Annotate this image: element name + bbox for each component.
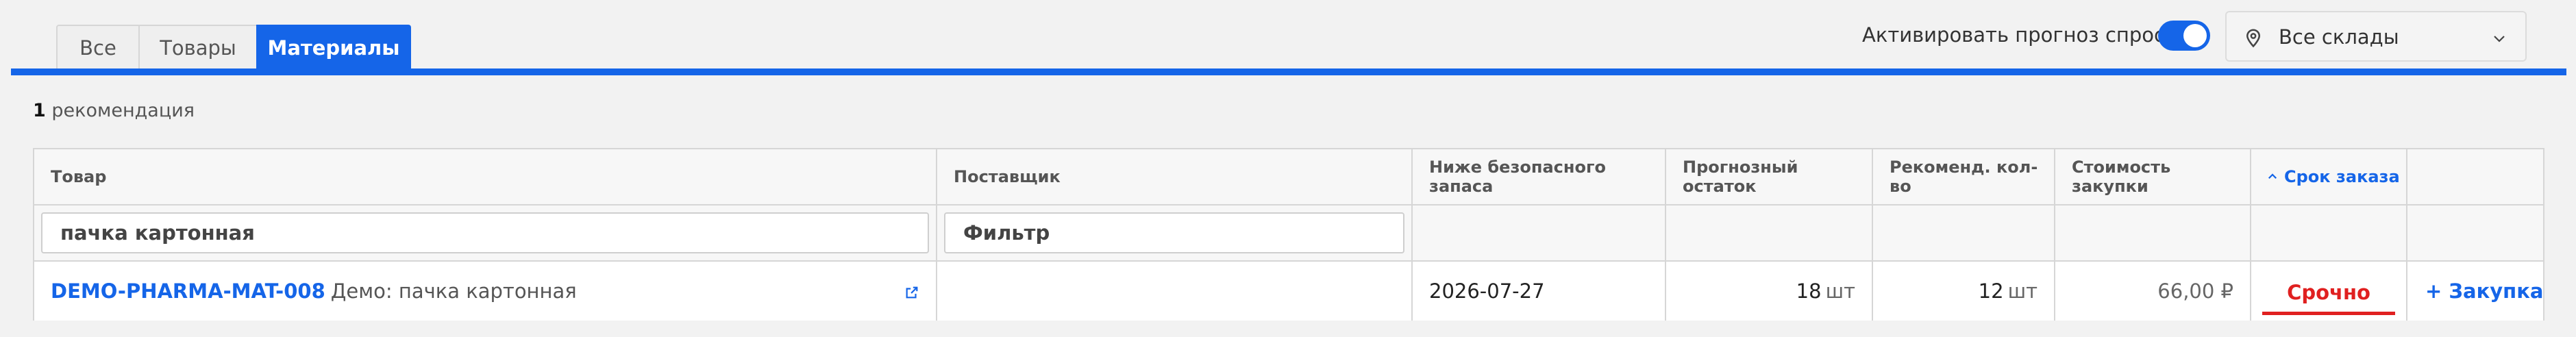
forecast-rest-unit: шт	[1825, 279, 1855, 303]
recommended-qty-unit: шт	[2007, 279, 2038, 303]
count-number: 1	[33, 100, 46, 121]
supplier-cell	[937, 260, 1413, 321]
forecast-rest-cell: 18 шт	[1666, 260, 1873, 321]
forecast-rest-value: 18	[1796, 279, 1822, 303]
recommendations-page: Все Товары Материалы Активировать прогно…	[0, 0, 2576, 337]
header-forecast-rest[interactable]: Прогнозный остаток	[1666, 149, 1873, 204]
filter-cell-empty	[2055, 204, 2251, 260]
filter-cell-product: пачка картонная	[34, 204, 937, 260]
action-cell: + Закупка	[2407, 260, 2543, 321]
filter-cell-supplier: Фильтр	[937, 204, 1413, 260]
external-link-icon[interactable]	[904, 285, 919, 300]
header-supplier[interactable]: Поставщик	[937, 149, 1413, 204]
category-tabs: Все Товары Материалы	[56, 25, 411, 70]
warehouse-select[interactable]: Все склады	[2225, 11, 2527, 62]
warehouse-select-value: Все склады	[2279, 25, 2399, 49]
header-order-deadline-label: Срок заказа	[2284, 167, 2400, 186]
order-deadline-cell: Срочно	[2251, 260, 2407, 321]
filter-cell-empty	[2251, 204, 2407, 260]
recommended-qty-value: 12	[1978, 279, 2004, 303]
header-product[interactable]: Товар	[34, 149, 937, 204]
tab-materials[interactable]: Материалы	[256, 25, 411, 70]
urgency-indicator: Срочно	[2251, 262, 2406, 321]
urgent-status: Срочно	[2287, 281, 2370, 304]
recommendation-count: 1 рекомендация	[33, 100, 195, 121]
header-below-safety[interactable]: Ниже безопасного запаса	[1413, 149, 1666, 204]
filter-cell-empty	[1873, 204, 2055, 260]
header-recommended-qty[interactable]: Рекоменд. кол-во	[1873, 149, 2055, 204]
filter-cell-empty	[1413, 204, 1666, 260]
urgent-bar	[2262, 312, 2395, 315]
product-filter-input[interactable]: пачка картонная	[41, 212, 929, 253]
product-name: Демо: пачка картонная	[330, 279, 577, 303]
recommended-qty-cell: 12 шт	[1873, 260, 2055, 321]
below-safety-date: 2026-07-27	[1413, 260, 1666, 321]
supplier-filter-input[interactable]: Фильтр	[944, 212, 1404, 253]
purchase-cost-cell: 66,00 ₽	[2055, 260, 2251, 321]
forecast-toggle-label: Активировать прогноз спроса	[1862, 23, 2177, 47]
tab-all[interactable]: Все	[56, 25, 140, 70]
forecast-toggle[interactable]	[2158, 21, 2210, 51]
table-row-product-cell: DEMO-PHARMA-MAT-008 Демо: пачка картонна…	[34, 260, 937, 321]
filter-cell-empty	[1666, 204, 1873, 260]
product-sku-link[interactable]: DEMO-PHARMA-MAT-008	[51, 279, 325, 303]
sort-asc-icon	[2268, 173, 2277, 179]
add-purchase-button[interactable]: + Закупка	[2425, 279, 2543, 303]
filter-cell-empty	[2407, 204, 2543, 260]
recommendations-table: Товар Поставщик Ниже безопасного запаса …	[33, 148, 2544, 321]
chevron-down-icon	[2494, 36, 2505, 42]
header-actions	[2407, 149, 2543, 204]
map-pin-icon	[2246, 29, 2261, 48]
tab-underline	[11, 68, 2566, 75]
header-purchase-cost[interactable]: Стоимость закупки	[2055, 149, 2251, 204]
header-order-deadline[interactable]: Срок заказа	[2251, 149, 2407, 204]
tab-products[interactable]: Товары	[138, 25, 258, 70]
count-label: рекомендация	[51, 100, 195, 121]
toggle-knob	[2183, 24, 2207, 47]
